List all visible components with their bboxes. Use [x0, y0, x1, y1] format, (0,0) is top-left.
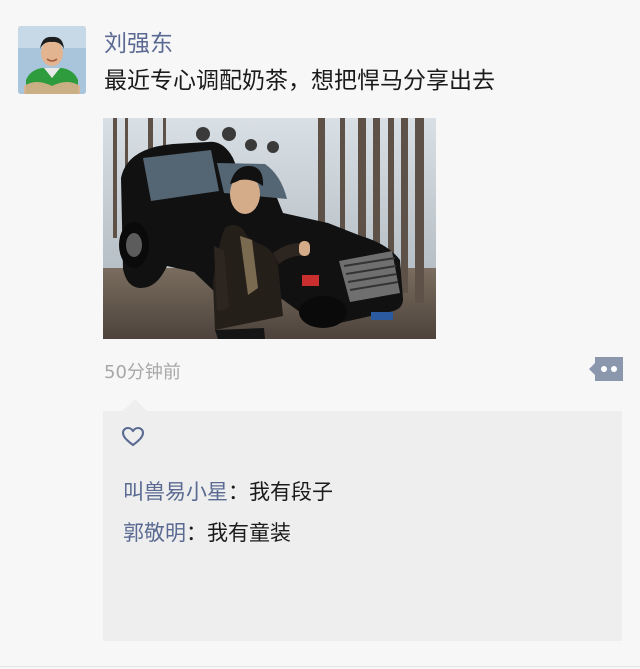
- more-dots-icon: [589, 357, 623, 381]
- like-row[interactable]: [121, 425, 145, 449]
- bottom-divider: [0, 666, 640, 667]
- comment-text: 我有童装: [207, 521, 291, 545]
- comment-text: 我有段子: [249, 480, 333, 504]
- post-text: 最近专心调配奶茶，想把悍马分享出去: [104, 68, 495, 94]
- comment-box: 叫兽易小星：我有段子 郭敬明：我有童装: [103, 399, 622, 641]
- post-author-name[interactable]: 刘强东: [104, 28, 173, 60]
- hummer-photo-image: [103, 118, 436, 339]
- comment-separator: ：: [228, 480, 249, 504]
- post-photo[interactable]: [103, 118, 436, 339]
- more-button[interactable]: [589, 357, 623, 381]
- avatar[interactable]: [18, 26, 86, 94]
- heart-icon: [121, 426, 145, 447]
- comment-separator: ：: [186, 521, 207, 545]
- comment-item: 郭敬明：我有童装: [123, 518, 291, 548]
- moment-post: 刘强东 最近专心调配奶茶，想把悍马分享出去 50分钟前 叫兽易小星：我有段子 郭…: [0, 0, 640, 669]
- comment-author[interactable]: 郭敬明: [123, 521, 186, 545]
- comment-author[interactable]: 叫兽易小星: [123, 480, 228, 504]
- post-time: 50分钟前: [104, 362, 181, 383]
- comment-item: 叫兽易小星：我有段子: [123, 477, 333, 507]
- avatar-image: [18, 26, 86, 94]
